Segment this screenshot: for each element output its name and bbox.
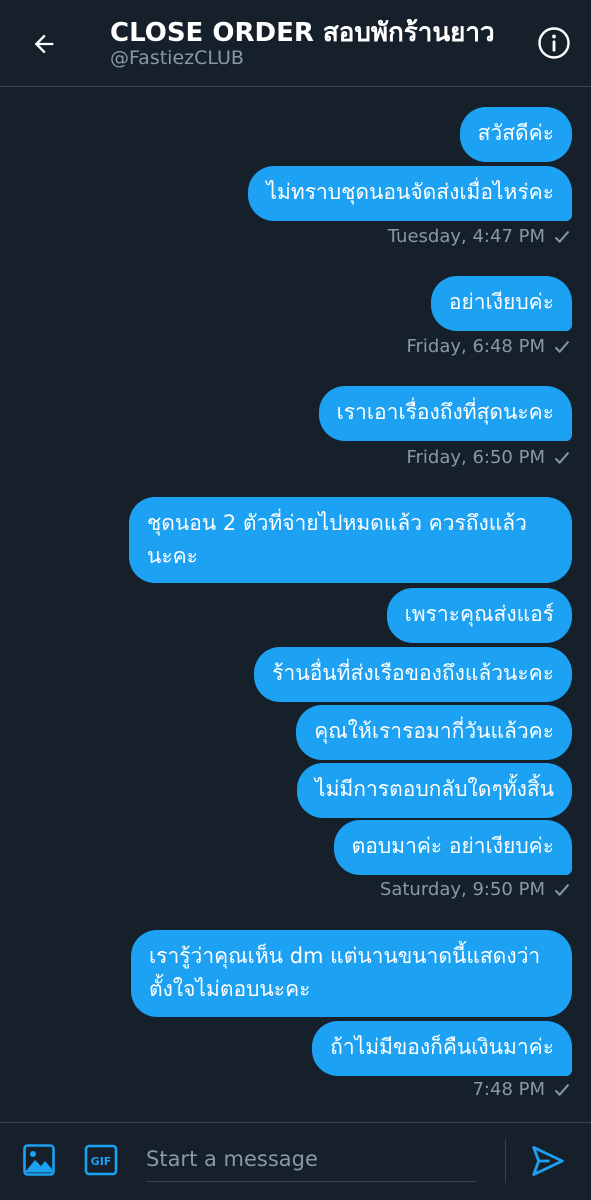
message-timestamp: Saturday, 9:50 PM	[380, 879, 571, 900]
message-bubble[interactable]: เพราะคุณส่งแอร์	[386, 588, 572, 643]
message-text: ร้านอื่นที่ส่งเรือของถึงแล้วนะคะ	[272, 661, 554, 685]
message-timestamp: Friday, 6:50 PM	[406, 447, 571, 468]
check-icon	[554, 883, 570, 896]
message-bubble[interactable]: ชุดนอน 2 ตัวที่จ่ายไปหมดแล้ว ควรถึงแล้ว …	[129, 497, 572, 583]
message-composer: GIF	[0, 1122, 591, 1200]
dm-conversation-screen: CLOSE ORDER สอบพักร้านยาว @FastiezCLUB ส…	[0, 0, 591, 1200]
info-button[interactable]	[535, 24, 573, 62]
message-bubble[interactable]: สวัสดีค่ะ	[459, 107, 572, 162]
message-text: ชุดนอน 2 ตัวที่จ่ายไปหมดแล้ว ควรถึงแล้ว …	[147, 511, 527, 568]
message-text: เราเอาเรื่องถึงที่สุดนะคะ	[336, 400, 554, 424]
message-timestamp: Friday, 6:48 PM	[406, 336, 571, 357]
message-text: ถ้าไม่มีของก็คืนเงินมาค่ะ	[330, 1035, 554, 1059]
message-text: ตอบมาค่ะ อย่าเงียบค่ะ	[351, 834, 554, 858]
timestamp-text: Tuesday, 4:47 PM	[387, 226, 545, 247]
message-text: อย่าเงียบค่ะ	[448, 290, 554, 314]
message-text: เพราะคุณส่งแอร์	[404, 602, 554, 626]
check-icon	[554, 1083, 570, 1096]
gif-icon[interactable]: GIF	[84, 1144, 118, 1176]
timestamp-text: 7:48 PM	[472, 1079, 545, 1100]
conversation-handle: @FastiezCLUB	[110, 47, 244, 69]
message-text: สวัสดีค่ะ	[477, 121, 554, 145]
message-timestamp: 7:48 PM	[472, 1079, 571, 1100]
timestamp-text: Saturday, 9:50 PM	[379, 879, 545, 900]
message-bubble[interactable]: ร้านอื่นที่ส่งเรือของถึงแล้วนะคะ	[254, 647, 572, 702]
message-text: คุณให้เรารอมากี่วันแล้วคะ	[314, 719, 554, 743]
message-bubble[interactable]: ตอบมาค่ะ อย่าเงียบค่ะ	[333, 820, 572, 875]
info-icon	[538, 27, 570, 59]
check-icon	[554, 451, 570, 464]
back-button[interactable]	[22, 22, 66, 66]
message-bubble[interactable]: คุณให้เรารอมากี่วันแล้วคะ	[296, 705, 572, 760]
message-bubble[interactable]: ไม่มีการตอบกลับใดๆทั้งสิ้น	[297, 763, 572, 818]
timestamp-text: Friday, 6:50 PM	[406, 447, 545, 468]
message-text: ไม่มีการตอบกลับใดๆทั้งสิ้น	[315, 777, 554, 801]
conversation-header: CLOSE ORDER สอบพักร้านยาว @FastiezCLUB	[0, 0, 591, 87]
message-text: เรารู้ว่าคุณเห็น dm แต่นานขนาดนี้แสดงว่า…	[149, 944, 541, 1001]
timestamp-text: Friday, 6:48 PM	[406, 336, 545, 357]
message-bubble[interactable]: ถ้าไม่มีของก็คืนเงินมาค่ะ	[312, 1021, 572, 1076]
svg-text:GIF: GIF	[91, 1155, 112, 1168]
message-bubble[interactable]: อย่าเงียบค่ะ	[430, 276, 572, 331]
check-icon	[554, 230, 570, 243]
message-input[interactable]	[146, 1137, 476, 1182]
message-text: ไม่ทราบชุดนอนจัดส่งเมื่อไหร่คะ	[266, 180, 554, 204]
message-thread[interactable]: สวัสดีค่ะ ไม่ทราบชุดนอนจัดส่งเมื่อไหร่คะ…	[0, 86, 591, 1122]
message-bubble[interactable]: เราเอาเรื่องถึงที่สุดนะคะ	[318, 386, 572, 441]
message-bubble[interactable]: ไม่ทราบชุดนอนจัดส่งเมื่อไหร่คะ	[248, 166, 572, 221]
composer-divider	[505, 1139, 506, 1183]
check-icon	[554, 340, 570, 353]
send-icon[interactable]	[530, 1143, 566, 1179]
image-icon[interactable]	[22, 1143, 56, 1177]
arrow-left-icon	[34, 34, 54, 54]
message-timestamp: Tuesday, 4:47 PM	[388, 226, 571, 247]
message-bubble[interactable]: เรารู้ว่าคุณเห็น dm แต่นานขนาดนี้แสดงว่า…	[131, 930, 572, 1017]
